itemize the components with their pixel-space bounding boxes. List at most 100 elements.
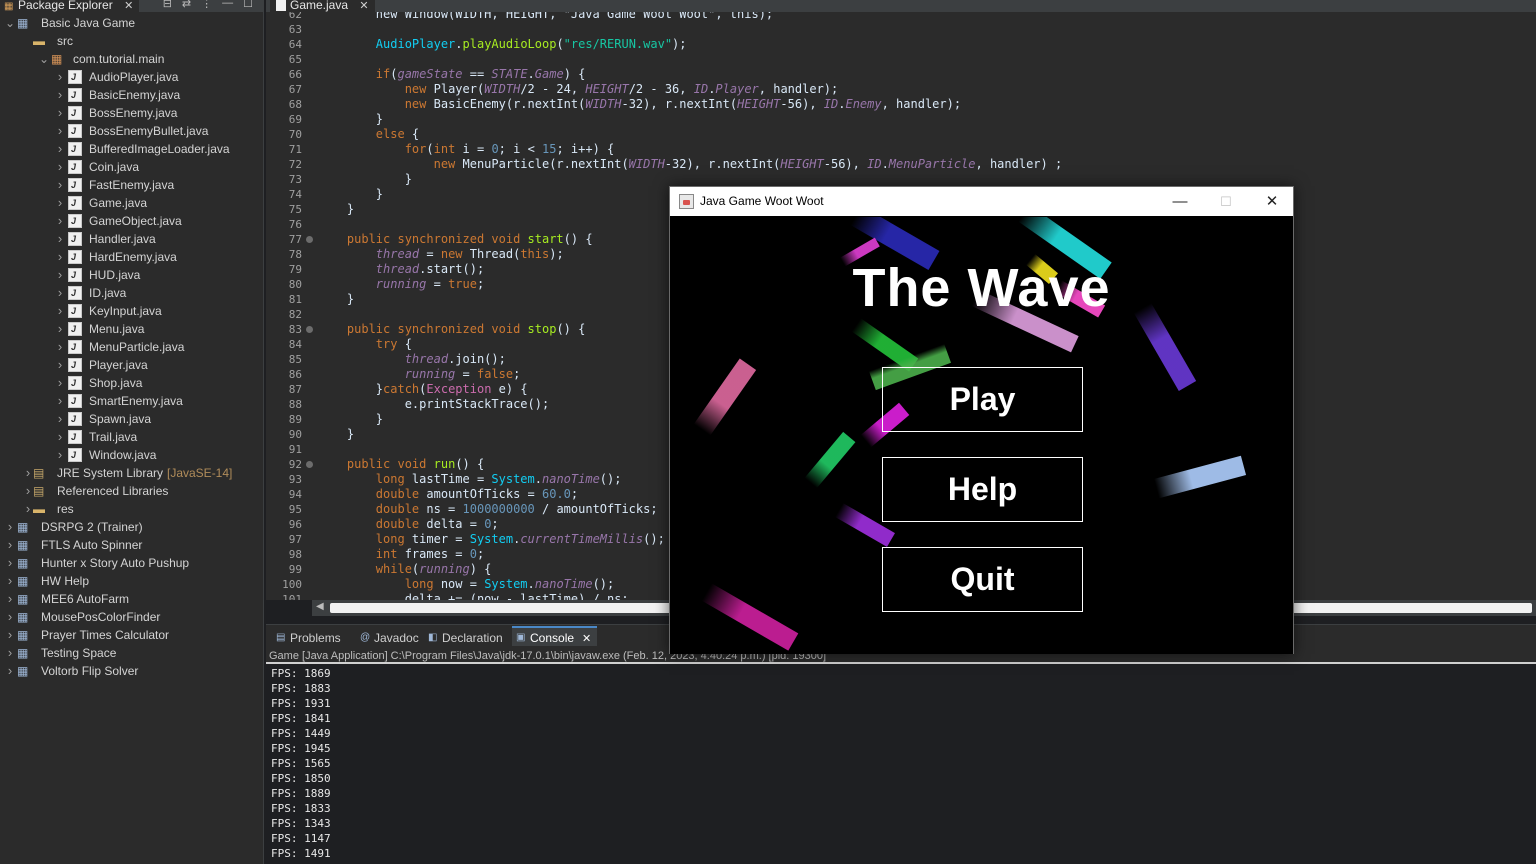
chevron-right-icon[interactable]: › (5, 644, 15, 662)
tree-item[interactable]: › HUD.java (0, 266, 263, 284)
view-menu-icon[interactable]: ⋮ (201, 0, 212, 10)
tree-item[interactable]: › MenuParticle.java (0, 338, 263, 356)
chevron-right-icon[interactable]: › (5, 662, 15, 680)
link-with-editor-icon[interactable]: ⇄ (182, 0, 191, 10)
tree-item[interactable]: › BossEnemy.java (0, 104, 263, 122)
tree-item[interactable]: › MousePosColorFinder (0, 608, 263, 626)
code-line[interactable]: } (318, 202, 354, 217)
code-line[interactable]: new BasicEnemy(r.nextInt(WIDTH-32), r.ne… (318, 97, 961, 112)
tree-item[interactable]: › KeyInput.java (0, 302, 263, 320)
close-icon[interactable]: ✕ (359, 0, 368, 12)
tree-item[interactable]: ⌄ com.tutorial.main (0, 50, 263, 68)
tree-item[interactable]: › ID.java (0, 284, 263, 302)
tree-item[interactable]: › Shop.java (0, 374, 263, 392)
collapse-all-icon[interactable]: ⊟ (163, 0, 172, 10)
tree-item[interactable]: › Hunter x Story Auto Pushup (0, 554, 263, 572)
game-window[interactable]: Java Game Woot Woot — ☐ ✕ The Wave Play … (669, 186, 1294, 654)
code-line[interactable]: new Window(WIDTH, HEIGHT, "Java Game Woo… (318, 12, 773, 22)
close-icon[interactable]: ✕ (124, 0, 133, 12)
code-line[interactable]: new Player(WIDTH/2 - 24, HEIGHT/2 - 36, … (318, 82, 839, 97)
code-line[interactable]: if(gameState == STATE.Game) { (318, 67, 586, 82)
chevron-right-icon[interactable]: › (55, 338, 65, 356)
fold-toggle-icon[interactable] (306, 326, 313, 333)
code-line[interactable]: delta += (now - lastTime) / ns; (318, 592, 629, 600)
chevron-right-icon[interactable]: › (5, 518, 15, 536)
code-line[interactable]: double delta = 0; (318, 517, 499, 532)
tree-item[interactable]: › DSRPG 2 (Trainer) (0, 518, 263, 536)
code-line[interactable]: thread.start(); (318, 262, 484, 277)
code-line[interactable]: double ns = 1000000000 / amountOfTicks; (318, 502, 658, 517)
code-line[interactable]: try { (318, 337, 412, 352)
code-line[interactable]: public synchronized void start() { (318, 232, 593, 247)
chevron-down-icon[interactable]: ⌄ (5, 14, 15, 32)
tree-item[interactable]: ›JRE System Library[JavaSE-14] (0, 464, 263, 482)
code-line[interactable]: } (318, 112, 383, 127)
fold-toggle-icon[interactable] (306, 236, 313, 243)
play-button[interactable]: Play (882, 367, 1083, 432)
package-explorer-tab[interactable]: ▦ Package Explorer ✕ (0, 0, 140, 12)
minimize-button[interactable]: — (1157, 187, 1203, 216)
chevron-down-icon[interactable]: ⌄ (39, 50, 49, 68)
chevron-right-icon[interactable]: › (55, 104, 65, 122)
code-line[interactable]: } (318, 172, 412, 187)
code-line[interactable]: while(running) { (318, 562, 492, 577)
code-line[interactable]: } (318, 427, 354, 442)
game-canvas[interactable]: The Wave Play Help Quit (670, 217, 1293, 654)
tree-item[interactable]: ›res (0, 500, 263, 518)
code-line[interactable]: } (318, 412, 383, 427)
tree-item[interactable]: › HW Help (0, 572, 263, 590)
tree-item[interactable]: › Handler.java (0, 230, 263, 248)
tab-console[interactable]: ▣ Console ✕ (512, 626, 598, 646)
tree-item[interactable]: › MEE6 AutoFarm (0, 590, 263, 608)
chevron-right-icon[interactable]: › (5, 626, 15, 644)
scroll-left-icon[interactable]: ◀ (316, 601, 324, 612)
code-line[interactable]: new MenuParticle(r.nextInt(WIDTH-32), r.… (318, 157, 1063, 172)
code-line[interactable]: } (318, 292, 354, 307)
chevron-right-icon[interactable]: › (55, 122, 65, 140)
chevron-right-icon[interactable]: › (55, 176, 65, 194)
quit-button[interactable]: Quit (882, 547, 1083, 612)
code-line[interactable]: public void run() { (318, 457, 484, 472)
tree-item[interactable]: › Game.java (0, 194, 263, 212)
chevron-right-icon[interactable]: › (55, 446, 65, 464)
tree-item[interactable]: › Menu.java (0, 320, 263, 338)
tree-item[interactable]: › Coin.java (0, 158, 263, 176)
chevron-right-icon[interactable]: › (55, 68, 65, 86)
chevron-right-icon[interactable]: › (55, 266, 65, 284)
chevron-right-icon[interactable]: › (55, 428, 65, 446)
tree-item[interactable]: › Window.java (0, 446, 263, 464)
code-line[interactable]: }catch(Exception e) { (318, 382, 528, 397)
chevron-right-icon[interactable]: › (5, 536, 15, 554)
tree-item[interactable]: › SmartEnemy.java (0, 392, 263, 410)
chevron-right-icon[interactable]: › (55, 194, 65, 212)
tree-item[interactable]: › BufferedImageLoader.java (0, 140, 263, 158)
maximize-icon[interactable]: ☐ (243, 0, 253, 10)
code-line[interactable]: running = false; (318, 367, 521, 382)
tree-item[interactable]: › Trail.java (0, 428, 263, 446)
chevron-right-icon[interactable]: › (5, 608, 15, 626)
code-line[interactable]: int frames = 0; (318, 547, 484, 562)
tree-item[interactable]: › HardEnemy.java (0, 248, 263, 266)
tree-item[interactable]: › FTLS Auto Spinner (0, 536, 263, 554)
code-line[interactable]: public synchronized void stop() { (318, 322, 585, 337)
chevron-right-icon[interactable]: › (55, 392, 65, 410)
code-line[interactable]: thread.join(); (318, 352, 506, 367)
chevron-right-icon[interactable]: › (55, 320, 65, 338)
close-icon[interactable]: ✕ (582, 633, 591, 645)
code-line[interactable]: thread = new Thread(this); (318, 247, 564, 262)
code-line[interactable]: double amountOfTicks = 60.0; (318, 487, 578, 502)
chevron-right-icon[interactable]: › (55, 248, 65, 266)
tree-item[interactable]: › Player.java (0, 356, 263, 374)
tree-item[interactable]: › BasicEnemy.java (0, 86, 263, 104)
code-line[interactable]: long timer = System.currentTimeMillis(); (318, 532, 665, 547)
chevron-right-icon[interactable]: › (5, 572, 15, 590)
chevron-right-icon[interactable]: › (55, 410, 65, 428)
code-line[interactable]: e.printStackTrace(); (318, 397, 550, 412)
code-line[interactable]: running = true; (318, 277, 484, 292)
tab-declaration[interactable]: ◧ Declaration (424, 628, 503, 648)
chevron-right-icon[interactable]: › (55, 86, 65, 104)
editor-tab-game-java[interactable]: Game.java ✕ (270, 0, 375, 12)
tab-javadoc[interactable]: @ Javadoc (356, 628, 419, 648)
tree-item[interactable]: › GameObject.java (0, 212, 263, 230)
tree-item[interactable]: › Testing Space (0, 644, 263, 662)
